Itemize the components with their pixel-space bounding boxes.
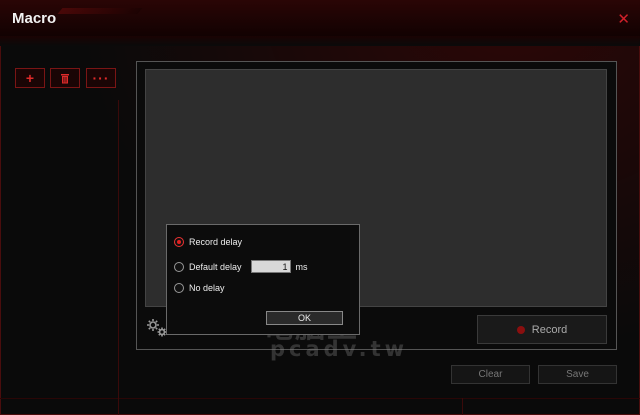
- watermark-url-text: pcadv.tw: [270, 337, 409, 361]
- default-delay-label: Default delay: [189, 261, 242, 272]
- footer-separator-right: [462, 398, 463, 415]
- default-delay-option[interactable]: Default delay ms: [174, 260, 308, 273]
- record-label: Record: [531, 323, 568, 336]
- record-delay-option[interactable]: Record delay: [174, 237, 242, 247]
- sidebar-divider: [118, 100, 119, 415]
- default-delay-input[interactable]: [250, 260, 291, 273]
- clear-button[interactable]: Clear: [451, 365, 530, 384]
- footer-divider: [0, 398, 640, 399]
- ellipsis-icon: ···: [92, 70, 110, 86]
- plus-icon: +: [25, 70, 35, 86]
- ok-button[interactable]: OK: [266, 311, 343, 325]
- more-options-button[interactable]: ···: [86, 68, 116, 88]
- footer-separator-left: [118, 398, 119, 415]
- clear-label: Clear: [478, 369, 503, 380]
- add-macro-button[interactable]: +: [15, 68, 45, 88]
- header-band: [0, 36, 640, 46]
- record-dot-icon: [516, 325, 525, 334]
- default-delay-radio[interactable]: [174, 261, 184, 272]
- delay-unit-label: ms: [295, 261, 308, 272]
- window-title: Macro: [12, 10, 57, 27]
- record-delay-label: Record delay: [189, 237, 243, 247]
- close-icon[interactable]: ✕: [617, 10, 630, 28]
- no-delay-radio[interactable]: [174, 283, 184, 293]
- delete-macro-button[interactable]: [50, 68, 80, 88]
- title-accent-stripe: [57, 8, 143, 14]
- record-delay-radio[interactable]: [174, 237, 184, 247]
- no-delay-label: No delay: [189, 283, 225, 293]
- title-bar: Macro ✕: [0, 0, 640, 37]
- save-button[interactable]: Save: [538, 365, 617, 384]
- trash-icon: [61, 73, 69, 83]
- ok-label: OK: [297, 313, 311, 323]
- no-delay-option[interactable]: No delay: [174, 283, 225, 293]
- save-label: Save: [566, 369, 589, 380]
- delay-options-dialog: Record delay Default delay ms No delay O…: [166, 224, 360, 335]
- record-button[interactable]: Record: [477, 315, 607, 344]
